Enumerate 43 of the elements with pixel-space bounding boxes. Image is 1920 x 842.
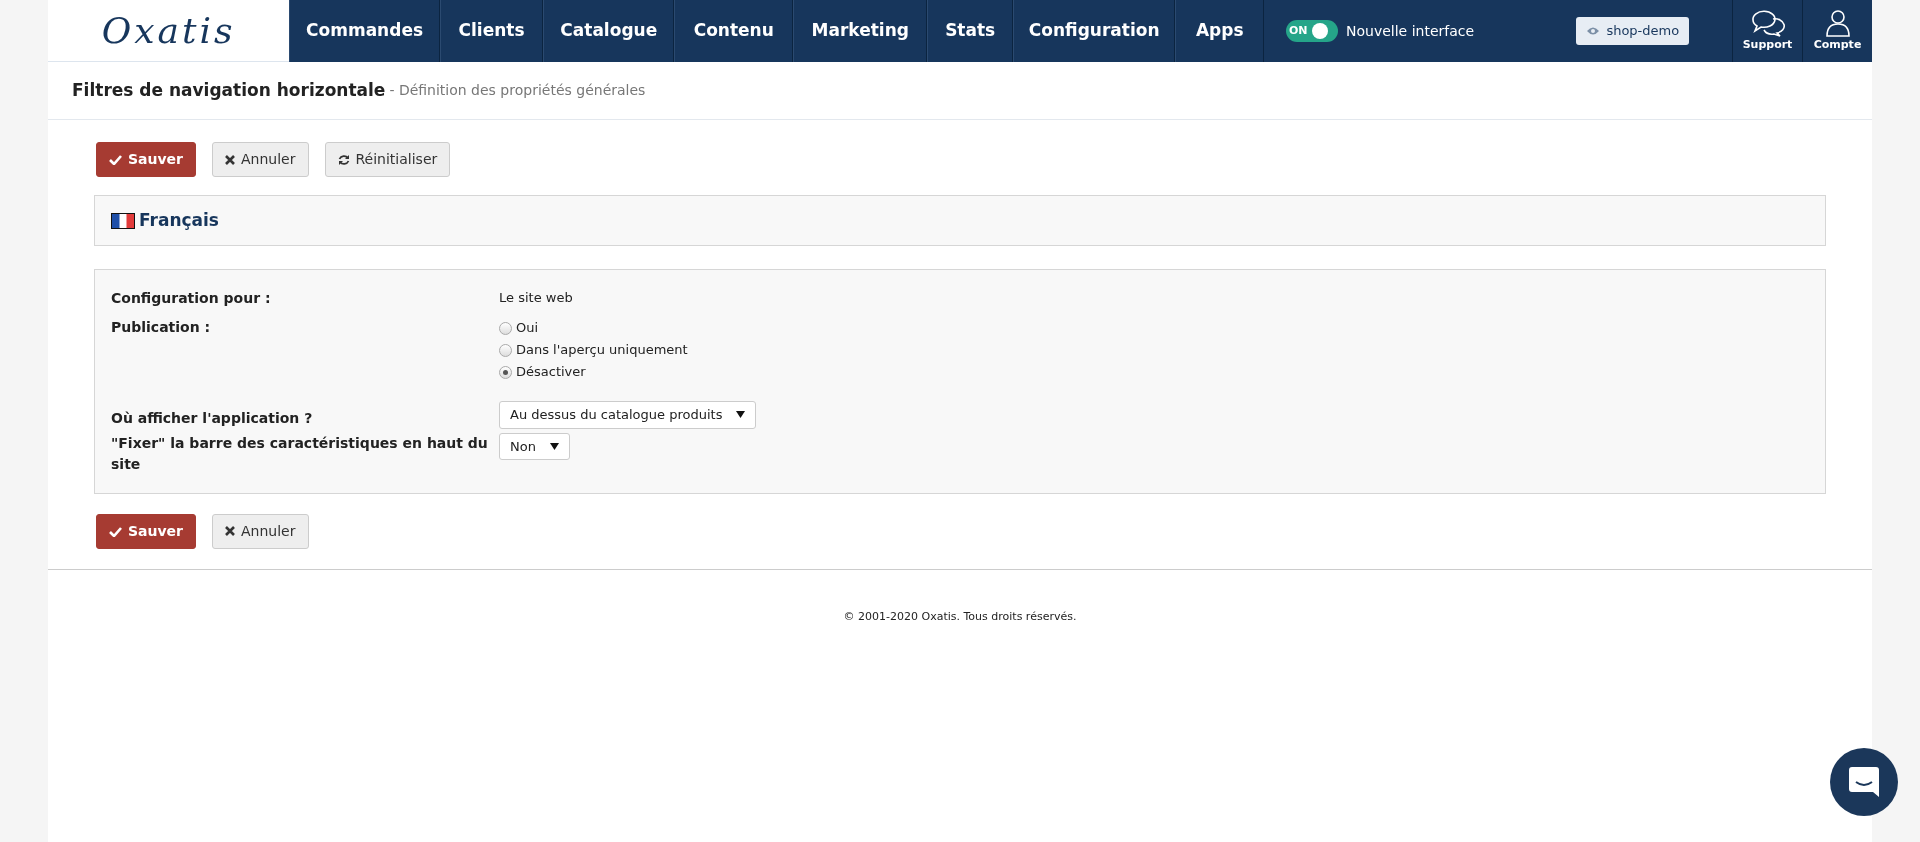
eye-icon — [1586, 26, 1601, 36]
caret-icon — [736, 411, 746, 419]
radio-option[interactable]: Dans l'aperçu uniquement — [499, 339, 688, 361]
field-label: Où afficher l'application ? — [111, 408, 314, 428]
nav-tab[interactable]: Commandes — [289, 0, 440, 62]
nav-tab[interactable]: Catalogue — [543, 0, 675, 62]
nav-tab[interactable]: Contenu — [674, 0, 794, 62]
field-label: Configuration pour : — [111, 289, 272, 308]
check-icon — [109, 525, 122, 537]
nav-tab[interactable]: Stats — [927, 0, 1013, 62]
save-button[interactable]: Sauver — [96, 142, 197, 177]
flag-icon — [111, 212, 135, 229]
field-label: "Fixer" la barre des caractéristiques en haut du site — [111, 433, 489, 474]
refresh-icon — [337, 153, 350, 166]
user-icon — [1824, 8, 1851, 37]
copyright-text: © 2001-2020 Oxatis. Tous droits réservés. — [843, 609, 1077, 623]
nav-tab[interactable]: Marketing — [793, 0, 928, 62]
radio-option[interactable]: Désactiver — [499, 361, 688, 383]
field-value: Le site web — [499, 290, 573, 305]
nav-tab[interactable]: Apps — [1175, 0, 1264, 62]
page-subtitle: - Définition des propriétés générales — [389, 81, 646, 100]
nav-tab[interactable]: Configuration — [1013, 0, 1176, 62]
toggle-label: Nouvelle interface — [1346, 21, 1475, 41]
radio-option[interactable]: Oui — [499, 317, 688, 339]
support-button[interactable]: Support — [1732, 0, 1802, 62]
shop-button[interactable]: shop-demo — [1576, 17, 1690, 45]
cancel-button[interactable]: Annuler — [212, 142, 309, 177]
nav-tab[interactable]: Clients — [439, 0, 544, 62]
close-icon — [225, 154, 236, 165]
save-button[interactable]: Sauver — [96, 513, 197, 549]
language-title: Français — [139, 208, 219, 232]
close-icon — [225, 526, 236, 536]
field-label: Publication : — [111, 318, 212, 337]
dropdown[interactable]: Non — [499, 432, 570, 460]
account-button[interactable]: Compte — [1802, 0, 1872, 62]
dropdown[interactable]: Au dessus du catalogue produits — [499, 401, 757, 429]
reset-button[interactable]: Réinitialiser — [324, 142, 451, 177]
page-title: Filtres de navigation horizontale — [72, 78, 386, 102]
check-icon — [109, 154, 122, 165]
chat-icon — [1849, 767, 1879, 797]
cancel-button[interactable]: Annuler — [212, 513, 309, 549]
caret-icon — [549, 442, 559, 450]
chat-bubbles-icon — [1749, 8, 1786, 37]
